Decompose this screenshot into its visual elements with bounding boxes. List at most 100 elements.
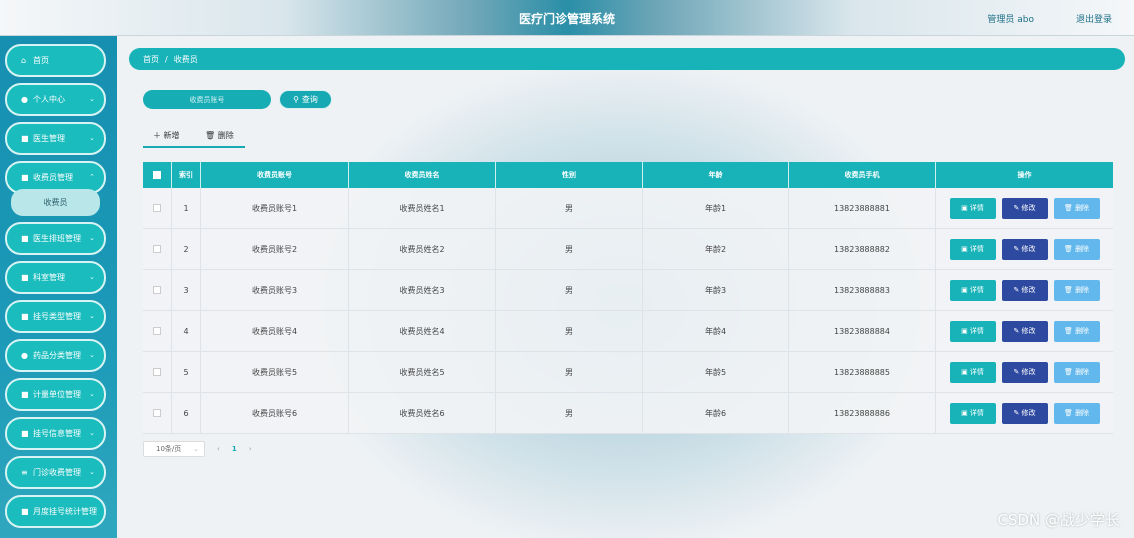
cell-phone: 13823888883 — [789, 270, 936, 310]
detail-button[interactable]: ▣ 详情 — [949, 279, 996, 301]
home-icon: ⌂ — [21, 56, 27, 65]
sidebar-item-home[interactable]: ⌂ 首页 — [5, 44, 106, 77]
cell-name: 收费员姓名4 — [349, 311, 496, 351]
add-button[interactable]: ＋ 新增 — [153, 130, 180, 141]
delete-button[interactable]: 🗑 删除 — [1053, 238, 1100, 260]
row-checkbox[interactable] — [153, 286, 161, 294]
delete-label: 删除 — [1075, 245, 1090, 253]
sidebar-item-units[interactable]: ■ 计量单位管理 ⌄ — [5, 378, 106, 411]
batch-delete-button[interactable]: 🗑 删除 — [205, 130, 234, 141]
main-content: 首页 / 收费员 ⚲ 查询 ＋ 新增 🗑 删除 索引 收费员账号 收费员姓名 性… — [117, 36, 1134, 538]
delete-label: 删除 — [1075, 368, 1090, 376]
detail-button[interactable]: ▣ 详情 — [949, 402, 996, 424]
cell-actions: ▣ 详情 ✎ 修改 🗑 删除 — [936, 188, 1113, 228]
chevron-down-icon: ⌄ — [89, 468, 95, 476]
sidebar-item-schedule[interactable]: ■ 医生排班管理 ⌄ — [5, 222, 106, 255]
search-input[interactable] — [143, 90, 271, 109]
detail-button[interactable]: ▣ 详情 — [949, 197, 996, 219]
pencil-icon: ✎ — [1013, 327, 1022, 335]
row-checkbox[interactable] — [153, 409, 161, 417]
grid-icon: ■ — [21, 507, 29, 516]
edit-button[interactable]: ✎ 修改 — [1001, 238, 1048, 260]
sidebar-item-departments[interactable]: ■ 科室管理 ⌄ — [5, 261, 106, 294]
search-button-label: 查询 — [301, 95, 318, 104]
prev-page-button[interactable]: ‹ — [217, 445, 220, 453]
chevron-down-icon: ⌄ — [89, 351, 95, 359]
edit-button[interactable]: ✎ 修改 — [1001, 320, 1048, 342]
detail-icon: ▣ — [961, 204, 970, 212]
select-all-cell — [143, 162, 172, 188]
watermark: CSDN @战少学长 — [997, 511, 1120, 529]
row-checkbox[interactable] — [153, 245, 161, 253]
edit-button[interactable]: ✎ 修改 — [1001, 197, 1048, 219]
column-header: 操作 — [1017, 171, 1032, 179]
detail-icon: ▣ — [961, 245, 970, 253]
sidebar-item-doctors[interactable]: ■ 医生管理 ⌄ — [5, 122, 106, 155]
breadcrumb-home[interactable]: 首页 — [143, 54, 159, 65]
cell-index: 1 — [172, 188, 201, 228]
cell-age: 年龄5 — [643, 352, 789, 392]
delete-button[interactable]: 🗑 删除 — [1053, 361, 1100, 383]
detail-label: 详情 — [969, 327, 984, 335]
table-body: 1 收费员账号1 收费员姓名1 男年龄1 13823888881 ▣ 详情 ✎ 修改 🗑 删除… — [143, 188, 1113, 434]
detail-label: 详情 — [969, 409, 984, 417]
chevron-down-icon: ⌄ — [89, 134, 95, 142]
breadcrumb-separator: / — [165, 54, 168, 64]
sidebar-item-label: 个人中心 — [33, 95, 65, 104]
edit-button[interactable]: ✎ 修改 — [1001, 279, 1048, 301]
sidebar-subitem-cashier[interactable]: 收费员 — [11, 189, 100, 216]
delete-button[interactable]: 🗑 删除 — [1053, 320, 1100, 342]
detail-button[interactable]: ▣ 详情 — [949, 361, 996, 383]
sidebar-item-label: 医生管理 — [33, 134, 65, 143]
current-user: 管理员 abo — [987, 15, 1034, 25]
edit-button[interactable]: ✎ 修改 — [1001, 361, 1048, 383]
sidebar-item-profile[interactable]: ● 个人中心 ⌄ — [5, 83, 106, 116]
trash-icon: 🗑 — [1063, 286, 1076, 294]
detail-button[interactable]: ▣ 详情 — [949, 238, 996, 260]
pill-icon: ● — [21, 351, 28, 360]
current-page[interactable]: 1 — [232, 445, 237, 453]
select-all-checkbox[interactable] — [153, 171, 161, 179]
row-checkbox[interactable] — [153, 327, 161, 335]
trash-icon: 🗑 — [1063, 327, 1076, 335]
delete-label: 删除 — [1075, 204, 1090, 212]
sidebar-item-label: 月度挂号统计管理 — [33, 507, 97, 516]
detail-button[interactable]: ▣ 详情 — [949, 320, 996, 342]
cell-account: 收费员账号3 — [201, 270, 349, 310]
next-page-button[interactable]: › — [249, 445, 252, 453]
cell-gender: 男 — [496, 270, 643, 310]
edit-label: 修改 — [1021, 327, 1036, 335]
row-checkbox[interactable] — [153, 204, 161, 212]
cell-account: 收费员账号5 — [201, 352, 349, 392]
logout-link[interactable]: 退出登录 — [1076, 12, 1112, 25]
chevron-down-icon: ⌄ — [89, 273, 95, 281]
delete-button[interactable]: 🗑 删除 — [1053, 279, 1100, 301]
sidebar-item-registrations[interactable]: ■ 挂号信息管理 ⌄ — [5, 417, 106, 450]
row-select-cell — [143, 229, 172, 269]
sidebar-item-label: 门诊收费管理 — [33, 468, 81, 477]
folder-icon: ■ — [21, 173, 29, 182]
sidebar-item-drug-categories[interactable]: ● 药品分类管理 ⌄ — [5, 339, 106, 372]
pagination: 10条/页 ⌄ ‹ 1 › — [143, 440, 252, 458]
row-checkbox[interactable] — [153, 368, 161, 376]
sidebar-item-billing[interactable]: ≡ 门诊收费管理 ⌄ — [5, 456, 106, 489]
sidebar-item-registration-types[interactable]: ■ 挂号类型管理 ⌄ — [5, 300, 106, 333]
sidebar-item-label: 计量单位管理 — [33, 390, 81, 399]
delete-button[interactable]: 🗑 删除 — [1053, 197, 1100, 219]
table-row: 1 收费员账号1 收费员姓名1 男年龄1 13823888881 ▣ 详情 ✎ 修改 🗑 删除 — [143, 188, 1113, 229]
search-button[interactable]: ⚲ 查询 — [279, 90, 332, 109]
cell-account: 收费员账号1 — [201, 188, 349, 228]
building-icon: ■ — [21, 273, 29, 282]
column-header: 性别 — [496, 162, 643, 188]
row-select-cell — [143, 311, 172, 351]
table-row: 6 收费员账号6 收费员姓名6 男年龄6 13823888886 ▣ 详情 ✎ 修改 🗑 删除 — [143, 393, 1113, 434]
cell-gender: 男 — [496, 229, 643, 269]
page-size-select[interactable]: 10条/页 ⌄ — [143, 441, 205, 457]
cell-actions: ▣ 详情 ✎ 修改 🗑 删除 — [936, 270, 1113, 310]
sidebar-item-monthly-stats[interactable]: ■ 月度挂号统计管理 — [5, 495, 106, 528]
detail-icon: ▣ — [961, 368, 970, 376]
delete-button[interactable]: 🗑 删除 — [1053, 402, 1100, 424]
column-header: 收费员账号 — [201, 162, 349, 188]
row-select-cell — [143, 188, 172, 228]
edit-button[interactable]: ✎ 修改 — [1001, 402, 1048, 424]
